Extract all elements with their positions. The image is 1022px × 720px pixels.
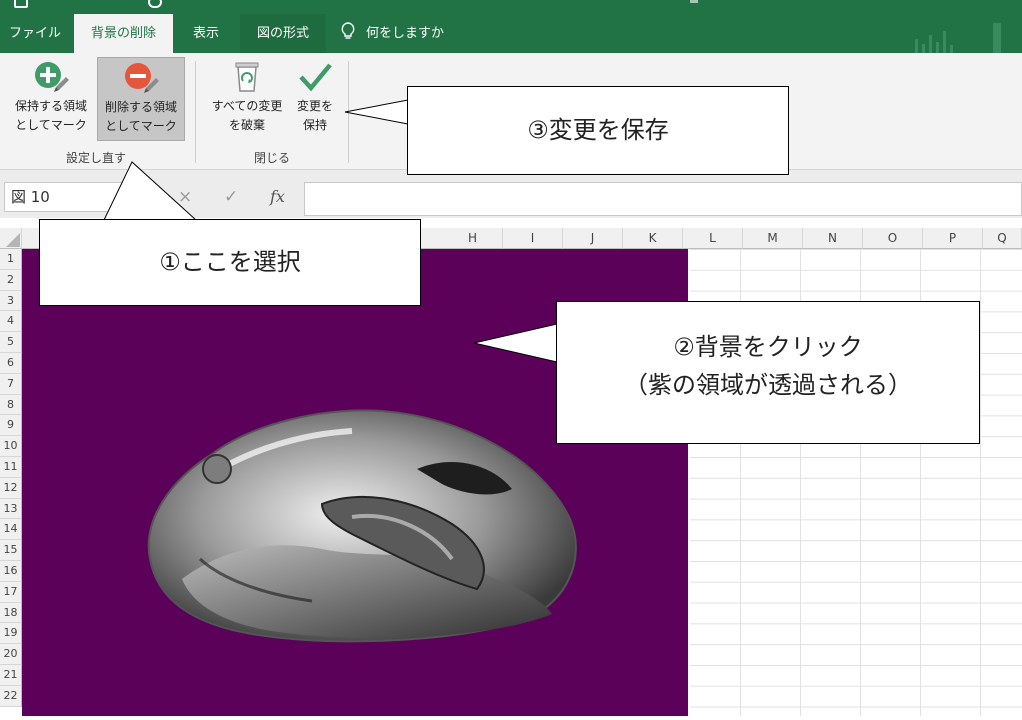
callout-two-pointer — [473, 323, 558, 363]
callout-three: ③変更を保存 — [407, 86, 789, 175]
callout-three-text: ③変更を保存 — [527, 116, 669, 144]
callout-two: ②背景をクリック （紫の領域が透過される） — [556, 301, 980, 444]
callout-one-pointer — [103, 161, 198, 221]
callout-two-text-1: ②背景をクリック — [673, 333, 863, 361]
callout-one: ①ここを選択 — [39, 219, 421, 306]
callout-three-pointer — [344, 99, 409, 125]
callout-two-text-2: （紫の領域が透過される） — [624, 371, 912, 399]
callout-one-text: ①ここを選択 — [159, 248, 301, 276]
